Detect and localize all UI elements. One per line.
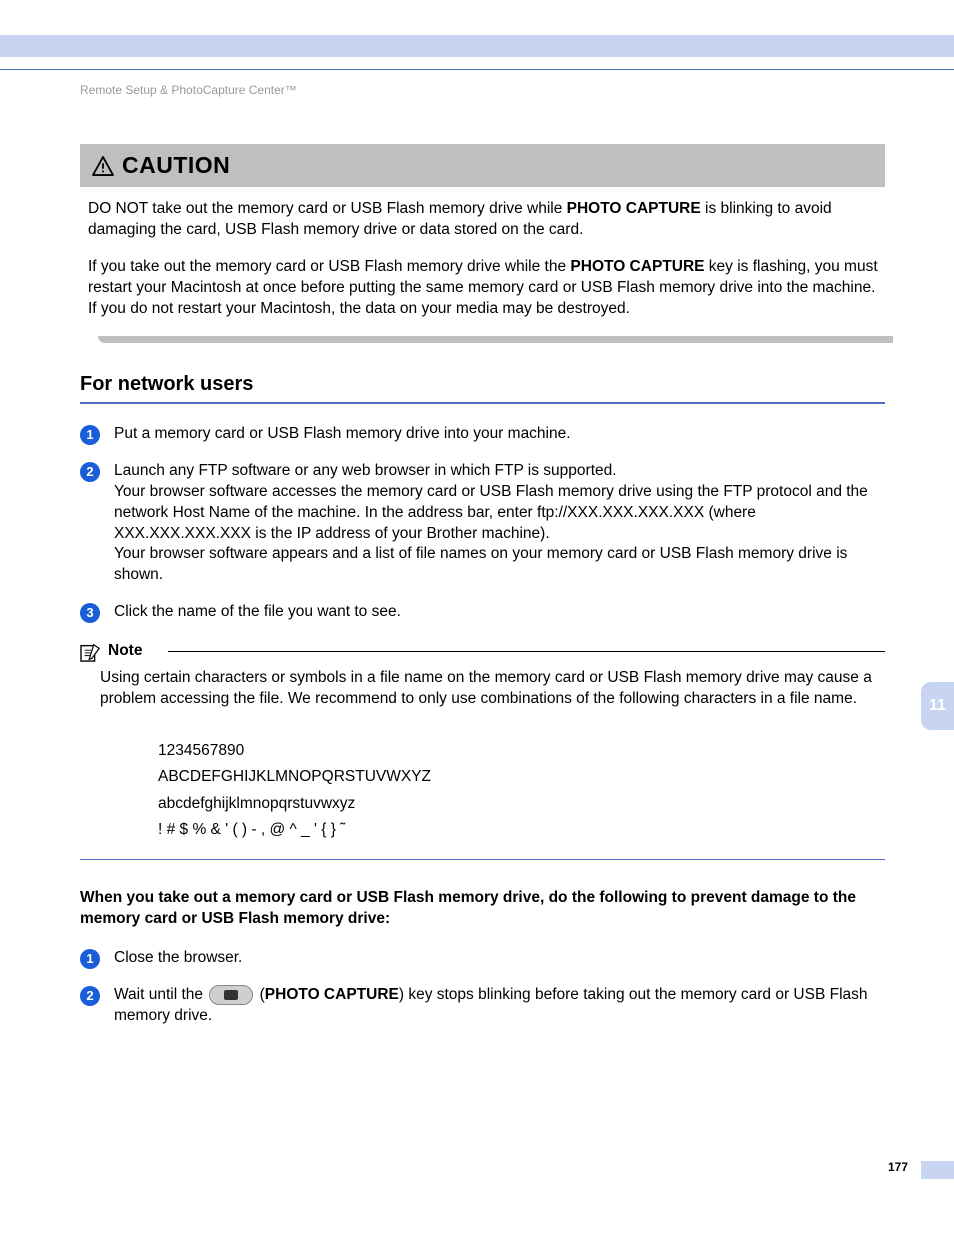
- text: If you take out the memory card or USB F…: [88, 258, 570, 275]
- photo-capture-key-icon: [209, 985, 253, 1005]
- header-rule: [0, 69, 954, 70]
- note-end-rule: [80, 859, 885, 860]
- step-marker-icon: 2: [80, 462, 100, 482]
- text: (: [255, 986, 264, 1003]
- section-rule: [80, 402, 885, 404]
- step-text: Wait until the (PHOTO CAPTURE) key stops…: [114, 986, 868, 1024]
- step-marker-icon: 2: [80, 986, 100, 1006]
- step-marker-icon: 1: [80, 949, 100, 969]
- step-text: Put a memory card or USB Flash memory dr…: [114, 425, 571, 442]
- page-number: 177: [888, 1159, 908, 1175]
- caution-title: CAUTION: [122, 150, 230, 181]
- note-body: Using certain characters or symbols in a…: [100, 668, 885, 710]
- step-b2: 2 Wait until the (PHOTO CAPTURE) key sto…: [80, 985, 885, 1027]
- charset-lower: abcdefghijklmnopqrstuvwxyz: [158, 791, 885, 817]
- step-1: 1 Put a memory card or USB Flash memory …: [80, 424, 885, 445]
- charset-symbols: ! # $ % & ' ( ) - , @ ^ _ ' { } ˜: [158, 817, 885, 843]
- steps-list-a: 1 Put a memory card or USB Flash memory …: [80, 424, 885, 623]
- text: DO NOT take out the memory card or USB F…: [88, 200, 567, 217]
- warning-icon: [92, 156, 114, 176]
- allowed-characters-block: 1234567890 ABCDEFGHIJKLMNOPQRSTUVWXYZ ab…: [158, 738, 885, 843]
- step-b1: 1 Close the browser.: [80, 948, 885, 969]
- running-header: Remote Setup & PhotoCapture Center™: [80, 82, 885, 98]
- photo-capture-term: PHOTO CAPTURE: [570, 258, 704, 275]
- note-icon: [80, 642, 102, 662]
- caution-heading-bar: CAUTION: [80, 144, 885, 187]
- caution-body: DO NOT take out the memory card or USB F…: [80, 199, 885, 320]
- charset-upper: ABCDEFGHIJKLMNOPQRSTUVWXYZ: [158, 764, 885, 790]
- chapter-tab: 11: [921, 682, 954, 730]
- caution-end-bar: [98, 336, 893, 343]
- step-2: 2 Launch any FTP software or any web bro…: [80, 461, 885, 587]
- note-heading: Note: [80, 641, 885, 662]
- step-3: 3 Click the name of the file you want to…: [80, 602, 885, 623]
- note-head-rule: [168, 651, 885, 652]
- header-accent-bar: [0, 35, 954, 57]
- text: Wait until the: [114, 986, 207, 1003]
- page-content: Remote Setup & PhotoCapture Center™ CAUT…: [80, 82, 885, 1045]
- removal-instruction-heading: When you take out a memory card or USB F…: [80, 888, 885, 930]
- page-number-accent: [921, 1161, 954, 1179]
- step-text: Click the name of the file you want to s…: [114, 603, 401, 620]
- caution-paragraph-1: DO NOT take out the memory card or USB F…: [88, 199, 885, 241]
- step-text: Launch any FTP software or any web brows…: [114, 462, 868, 584]
- step-text: Close the browser.: [114, 949, 242, 966]
- caution-paragraph-2: If you take out the memory card or USB F…: [88, 257, 885, 320]
- step-marker-icon: 1: [80, 425, 100, 445]
- photo-capture-term: PHOTO CAPTURE: [567, 200, 701, 217]
- charset-digits: 1234567890: [158, 738, 885, 764]
- step-marker-icon: 3: [80, 603, 100, 623]
- section-heading: For network users: [80, 371, 885, 398]
- note-label: Note: [108, 641, 142, 662]
- photo-capture-term: PHOTO CAPTURE: [265, 986, 399, 1003]
- steps-list-b: 1 Close the browser. 2 Wait until the (P…: [80, 948, 885, 1027]
